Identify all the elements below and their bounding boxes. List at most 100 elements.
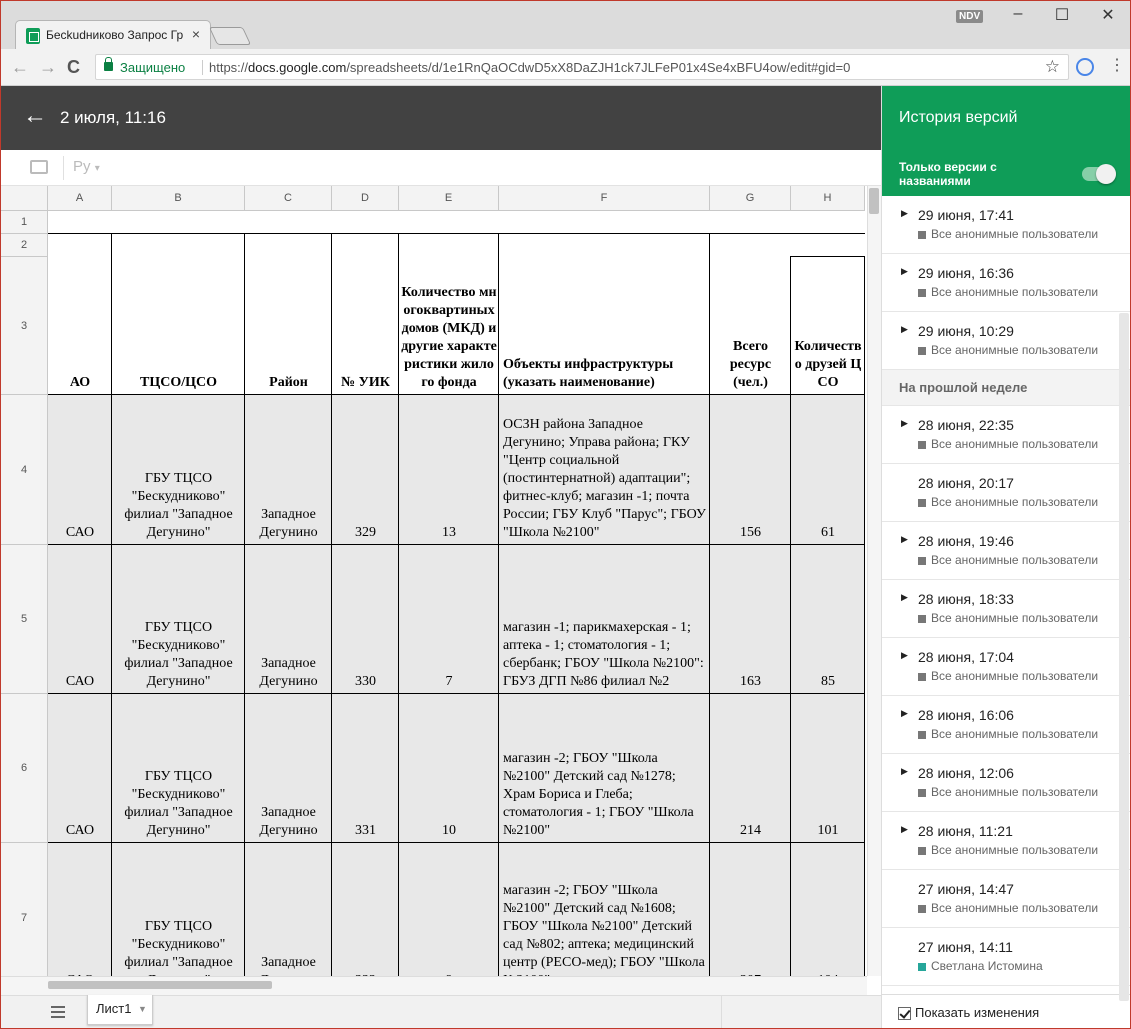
cell-mkd[interactable]: 9: [399, 843, 499, 976]
vertical-scrollbar[interactable]: [867, 186, 881, 976]
cell-tcso[interactable]: ГБУ ТЦСО "Бескудниково" филиал "Западное…: [112, 395, 245, 545]
row-header-1[interactable]: 1: [1, 211, 48, 234]
header-cell-raion[interactable]: Район: [245, 257, 332, 395]
header-cell-ao[interactable]: АО: [48, 257, 112, 395]
back-icon[interactable]: ←: [11, 57, 29, 78]
version-item[interactable]: ▶ 29 июня, 17:41 Все анонимные пользовател…: [882, 196, 1130, 254]
cell-raion[interactable]: Западное Дегунино: [245, 694, 332, 843]
cell-friends[interactable]: 101: [791, 694, 865, 843]
expand-arrow-icon[interactable]: ▶: [901, 324, 908, 335]
row-header-6[interactable]: 6: [1, 694, 48, 843]
chevron-down-icon[interactable]: ▼: [138, 1004, 147, 1014]
close-icon[interactable]: ×: [192, 26, 200, 42]
version-item[interactable]: ▶ 28 июня, 22:35 Все анонимные пользовател…: [882, 406, 1130, 464]
version-item[interactable]: ▶ 28 июня, 18:33 Все анонимные пользовател…: [882, 580, 1130, 638]
expand-arrow-icon[interactable]: ▶: [901, 824, 908, 835]
horizontal-scroll-thumb[interactable]: [48, 981, 272, 989]
maximize-icon[interactable]: ☐: [1047, 5, 1077, 25]
cell-mkd[interactable]: 10: [399, 694, 499, 843]
cell-objects[interactable]: ОСЗН района Западное Дегунино; Управа ра…: [499, 395, 710, 545]
cell-uik[interactable]: 329: [332, 395, 399, 545]
corner-cell[interactable]: [1, 186, 48, 211]
column-header-e[interactable]: E: [399, 186, 499, 211]
cell-friends[interactable]: 85: [791, 545, 865, 694]
cell-resource[interactable]: 156: [710, 395, 791, 545]
cell-objects[interactable]: магазин -2; ГБОУ "Школа №2100" Детский с…: [499, 843, 710, 976]
cell-raion[interactable]: Западное Дегунино: [245, 545, 332, 694]
cell-mkd[interactable]: 13: [399, 395, 499, 545]
cell-ao[interactable]: САО: [48, 694, 112, 843]
cell-raion[interactable]: Западное Дегунино: [245, 843, 332, 976]
spreadsheet-grid[interactable]: A B C D E F G H 1 2 3 4 5 6 7 АО ТЦСО/ЦС…: [1, 186, 867, 976]
cell-friends[interactable]: 61: [791, 395, 865, 545]
close-window-icon[interactable]: ✕: [1093, 5, 1123, 25]
cell-uik[interactable]: 332: [332, 843, 399, 976]
cell-tcso[interactable]: ГБУ ТЦСО "Бескудниково" филиал "Западное…: [112, 843, 245, 976]
column-header-d[interactable]: D: [332, 186, 399, 211]
expand-arrow-icon[interactable]: ▶: [901, 708, 908, 719]
cell-uik[interactable]: 330: [332, 545, 399, 694]
version-item[interactable]: ▶ 29 июня, 10:29 Все анонимные пользовател…: [882, 312, 1130, 370]
header-cell-friends[interactable]: Количество друзей ЦСО: [791, 257, 865, 395]
expand-arrow-icon[interactable]: ▶: [901, 766, 908, 777]
version-item[interactable]: ▶ 28 июня, 17:04 Все анонимные пользовател…: [882, 638, 1130, 696]
header-cell-mkd[interactable]: Количество многоквартиных домов (МКД) и …: [399, 234, 499, 395]
cell-tcso[interactable]: ГБУ ТЦСО "Бескудниково" филиал "Западное…: [112, 694, 245, 843]
column-header-f[interactable]: F: [499, 186, 710, 211]
sheet-tab[interactable]: Лист1 ▼: [87, 995, 153, 1025]
cell-friends[interactable]: 104: [791, 843, 865, 976]
expand-arrow-icon[interactable]: ▶: [901, 266, 908, 277]
all-sheets-icon[interactable]: [51, 1006, 65, 1018]
version-item[interactable]: 27 июня, 14:11 Светлана Истомина: [882, 928, 1130, 986]
cell-resource[interactable]: 214: [710, 694, 791, 843]
row-header-7[interactable]: 7: [1, 843, 48, 976]
show-changes-label[interactable]: Показать изменения: [915, 1005, 1039, 1020]
header-cell-objects[interactable]: Объекты инфраструктуры (указать наименов…: [499, 257, 710, 395]
row-header-5[interactable]: 5: [1, 545, 48, 694]
font-select[interactable]: Ру ▾: [73, 158, 100, 175]
row-header-2[interactable]: 2: [1, 234, 48, 257]
browser-tab[interactable]: Бесkudниково Запрос Гр ×: [15, 20, 211, 49]
cell-mkd[interactable]: 7: [399, 545, 499, 694]
version-item[interactable]: ▶ 28 июня, 12:06 Все анонимные пользовател…: [882, 754, 1130, 812]
cell-ao[interactable]: САО: [48, 843, 112, 976]
column-header-c[interactable]: C: [245, 186, 332, 211]
bookmark-star-icon[interactable]: ☆: [1045, 57, 1060, 77]
cell-ao[interactable]: САО: [48, 395, 112, 545]
cell-uik[interactable]: 331: [332, 694, 399, 843]
new-tab-button[interactable]: [208, 27, 252, 45]
user-badge[interactable]: NDV: [956, 10, 984, 23]
expand-arrow-icon[interactable]: ▶: [901, 534, 908, 545]
column-header-a[interactable]: A: [48, 186, 112, 211]
cell-tcso[interactable]: ГБУ ТЦСО "Бескудниково" филиал "Западное…: [112, 545, 245, 694]
expand-arrow-icon[interactable]: ▶: [901, 418, 908, 429]
column-header-h[interactable]: H: [791, 186, 865, 211]
cell-objects[interactable]: магазин -1; парикмахерская - 1; аптека -…: [499, 545, 710, 694]
expand-arrow-icon[interactable]: ▶: [901, 592, 908, 603]
version-item[interactable]: ▶ 28 июня, 19:46 Все анонимные пользовател…: [882, 522, 1130, 580]
version-item[interactable]: ▶ 28 июня, 16:06 Все анонимные пользовател…: [882, 696, 1130, 754]
version-item[interactable]: 28 июня, 20:17 Все анонимные пользователи: [882, 464, 1130, 522]
row-header-3[interactable]: 3: [1, 257, 48, 395]
row-header-4[interactable]: 4: [1, 395, 48, 545]
named-only-toggle[interactable]: [1082, 164, 1116, 184]
column-header-b[interactable]: B: [112, 186, 245, 211]
print-icon[interactable]: [30, 160, 48, 174]
header-cell-tcso[interactable]: ТЦСО/ЦСО: [112, 257, 245, 395]
version-item[interactable]: 27 июня, 14:47 Все анонимные пользователи: [882, 870, 1130, 928]
extension-icon[interactable]: [1076, 58, 1094, 76]
version-item[interactable]: ▶ 29 июня, 16:36 Все анонимные пользовател…: [882, 254, 1130, 312]
cell-objects[interactable]: магазин -2; ГБОУ "Школа №2100" Детский с…: [499, 694, 710, 843]
cell-ao[interactable]: САО: [48, 545, 112, 694]
version-list-scrollbar[interactable]: [1119, 313, 1129, 1001]
url-input[interactable]: Защищено https://docs.google.com/spreads…: [95, 54, 1069, 80]
header-cell-uik[interactable]: № УИК: [332, 257, 399, 395]
browser-menu-icon[interactable]: ⋮: [1109, 55, 1125, 75]
minimize-icon[interactable]: –: [1003, 5, 1033, 23]
cell-resource[interactable]: 163: [710, 545, 791, 694]
reload-icon[interactable]: C: [67, 57, 80, 78]
show-changes-checkbox[interactable]: [898, 1007, 911, 1020]
column-header-g[interactable]: G: [710, 186, 791, 211]
expand-arrow-icon[interactable]: ▶: [901, 208, 908, 219]
back-arrow-icon[interactable]: ←: [23, 102, 47, 130]
